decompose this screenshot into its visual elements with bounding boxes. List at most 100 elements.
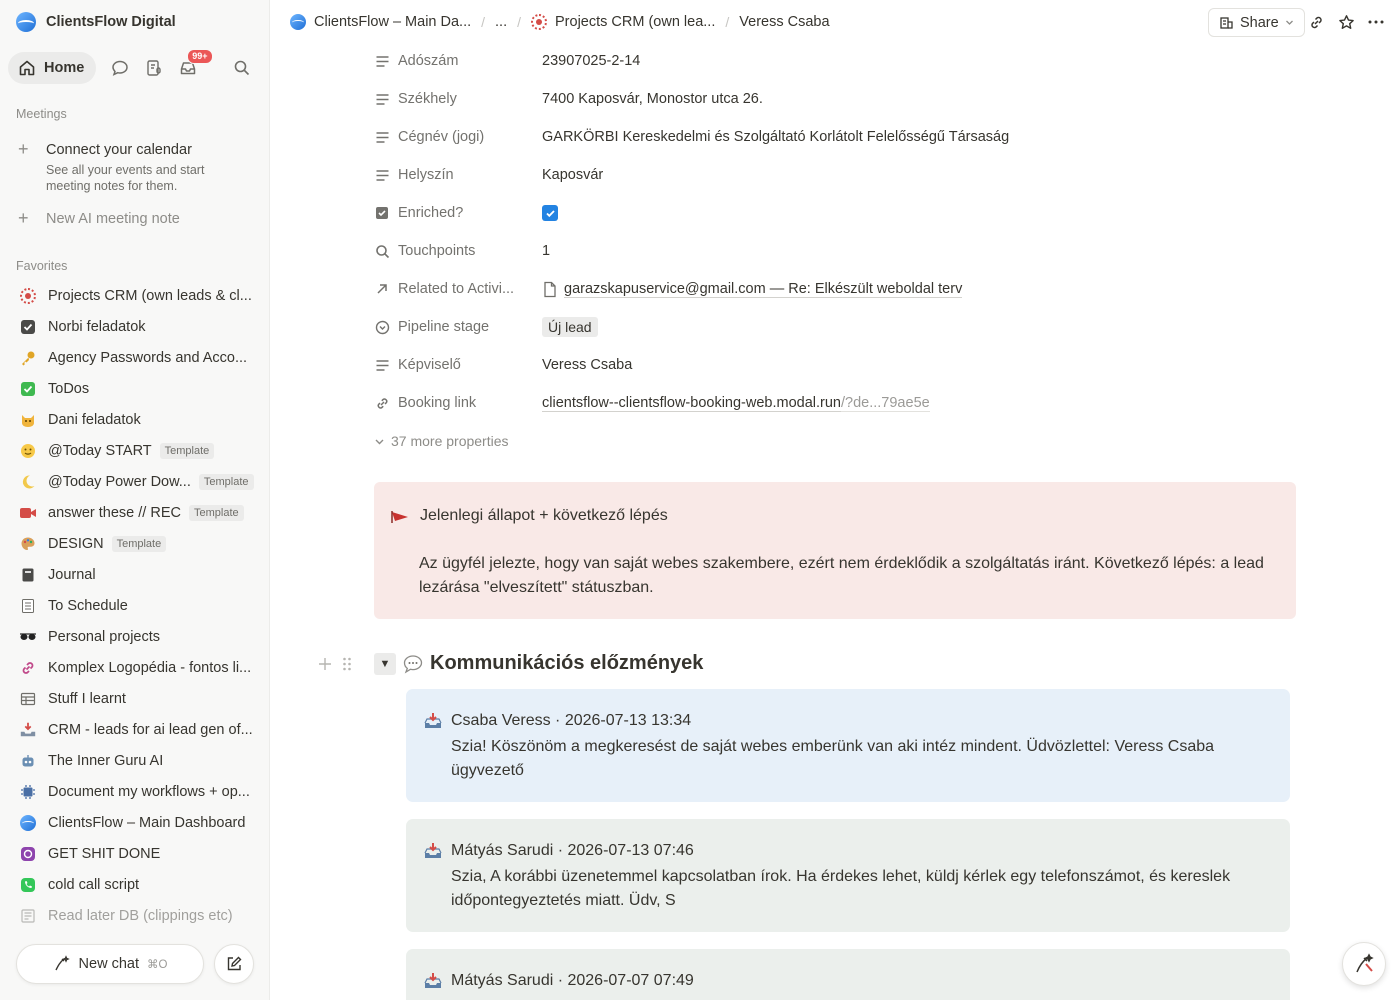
- message-card[interactable]: Mátyás Sarudi · 2026-07-13 07:46 Szia, A…: [406, 819, 1290, 932]
- sidebar-favorite-item[interactable]: Agency Passwords and Acco...: [0, 342, 269, 373]
- home-button[interactable]: Home: [8, 52, 97, 84]
- new-chat-button[interactable]: New chat ⌘O: [16, 944, 204, 984]
- sidebar-favorite-item[interactable]: cold call script: [0, 869, 269, 900]
- sidebar-favorite-item[interactable]: @Today START Template: [0, 435, 269, 466]
- breadcrumb-dashboard[interactable]: ClientsFlow – Main Da...: [290, 14, 471, 30]
- property-row[interactable]: Enriched?: [374, 194, 1314, 232]
- more-horizontal-icon: [1368, 20, 1384, 24]
- sidebar-favorite-item[interactable]: Personal projects: [0, 621, 269, 652]
- more-options-button[interactable]: [1366, 12, 1386, 32]
- compose-icon: [227, 956, 242, 971]
- property-value[interactable]: Kaposvár: [542, 167, 603, 183]
- sidebar-favorite-item[interactable]: Norbi feladatok: [0, 311, 269, 342]
- add-block-button[interactable]: [318, 657, 332, 676]
- sidebar-favorite-item[interactable]: The Inner Guru AI: [0, 745, 269, 776]
- enriched-checkbox[interactable]: [542, 205, 558, 221]
- breadcrumb-current-page[interactable]: Veress Csaba: [739, 14, 829, 30]
- property-value[interactable]: GARKÖRBI Kereskedelmi és Szolgáltató Kor…: [542, 129, 1009, 145]
- message-card[interactable]: Mátyás Sarudi · 2026-07-07 07:49: [406, 949, 1290, 1000]
- booking-link-path: /?de...79ae5e: [841, 394, 930, 412]
- relation-link[interactable]: garazskapuservice@gmail.com — Re: Elkész…: [542, 281, 963, 298]
- sidebar-top-nav: Home 99+: [8, 49, 262, 84]
- property-value[interactable]: 23907025-2-14: [542, 53, 640, 69]
- new-ai-meeting-note[interactable]: + New AI meeting note: [18, 209, 180, 228]
- sidebar-favorite-item[interactable]: Journal: [0, 559, 269, 590]
- sunglasses-icon: [18, 627, 38, 647]
- text-lines-icon: [374, 167, 390, 183]
- pipeline-stage-tag[interactable]: Új lead: [542, 317, 598, 337]
- favorites-list: Projects CRM (own leads & cl... Norbi fel…: [0, 280, 269, 931]
- property-name: Touchpoints: [398, 243, 476, 259]
- template-tag: Template: [159, 442, 215, 459]
- sidebar-favorite-item[interactable]: Stuff I learnt: [0, 683, 269, 714]
- sidebar-favorite-item[interactable]: ToDos: [0, 373, 269, 404]
- sidebar-favorite-item[interactable]: GET SHIT DONE: [0, 838, 269, 869]
- sidebar-favorite-item[interactable]: CRM - leads for ai lead gen of...: [0, 714, 269, 745]
- property-row[interactable]: Pipeline stage Új lead: [374, 308, 1314, 346]
- property-row[interactable]: Related to Activi... garazskapuservice@g…: [374, 270, 1314, 308]
- ai-assistant-button[interactable]: [1342, 942, 1386, 986]
- share-button[interactable]: Share: [1208, 8, 1305, 37]
- new-chat-label: New chat: [78, 956, 139, 972]
- message-header: Mátyás Sarudi · 2026-07-13 07:46: [451, 842, 694, 859]
- property-row[interactable]: Képviselő Veress Csaba: [374, 346, 1314, 384]
- meetings-nav-button[interactable]: [144, 58, 164, 78]
- search-button[interactable]: [232, 58, 252, 78]
- sidebar-favorite-label: DESIGN: [48, 535, 104, 552]
- property-row[interactable]: Helyszín Kaposvár: [374, 156, 1314, 194]
- sidebar-favorite-item[interactable]: Document my workflows + op...: [0, 776, 269, 807]
- property-name: Enriched?: [398, 205, 464, 221]
- property-row[interactable]: Adószám 23907025-2-14: [374, 42, 1314, 80]
- sidebar-favorite-item[interactable]: Komplex Logopédia - fontos li...: [0, 652, 269, 683]
- inbox-nav-button[interactable]: 99+: [178, 49, 213, 78]
- drag-handle[interactable]: [342, 656, 352, 677]
- sidebar-favorite-item[interactable]: To Schedule: [0, 590, 269, 621]
- sidebar-favorite-item[interactable]: Dani feladatok: [0, 404, 269, 435]
- property-row[interactable]: Touchpoints 1: [374, 232, 1314, 270]
- history-toggle-heading[interactable]: ▼ Kommunikációs előzmények: [374, 652, 703, 675]
- property-value[interactable]: 7400 Kaposvár, Monostor utca 26.: [542, 91, 763, 107]
- property-row[interactable]: Booking link clientsflow--clientsflow-bo…: [374, 384, 1314, 422]
- property-name: Cégnév (jogi): [398, 129, 485, 145]
- sidebar-favorite-item[interactable]: answer these // REC Template: [0, 497, 269, 528]
- block-handles: [318, 656, 352, 677]
- sidebar-favorite-label: Document my workflows + op...: [48, 783, 250, 800]
- chat-nav-button[interactable]: [110, 58, 130, 78]
- workspace-switcher[interactable]: ClientsFlow Digital: [16, 11, 176, 33]
- property-name: Képviselő: [398, 357, 461, 373]
- arrow-up-right-icon: [374, 281, 390, 297]
- chat-bubble-icon: [112, 60, 129, 76]
- table-icon: [18, 689, 38, 709]
- sidebar-favorite-label: @Today Power Dow...: [48, 473, 191, 490]
- breadcrumb-collapsed[interactable]: ...: [495, 14, 507, 30]
- status-icon: [374, 319, 390, 335]
- property-value[interactable]: Veress Csaba: [542, 357, 632, 373]
- compose-button[interactable]: [214, 944, 254, 984]
- message-card[interactable]: Csaba Veress · 2026-07-13 13:34 Szia! Kö…: [406, 689, 1290, 802]
- toggle-triangle-icon[interactable]: ▼: [374, 652, 396, 675]
- new-chat-shortcut: ⌘O: [147, 959, 168, 971]
- moon-icon: [18, 472, 38, 492]
- palette-icon: [18, 534, 38, 554]
- favorite-button[interactable]: [1336, 12, 1356, 32]
- clientsflow-logo-icon: [16, 12, 36, 32]
- star-icon: [1338, 14, 1354, 29]
- copy-link-button[interactable]: [1306, 12, 1326, 32]
- property-value[interactable]: 1: [542, 243, 550, 259]
- property-row[interactable]: Székhely 7400 Kaposvár, Monostor utca 26…: [374, 80, 1314, 118]
- booking-link[interactable]: clientsflow--clientsflow-booking-web.mod…: [542, 395, 930, 412]
- status-callout[interactable]: Jelenlegi állapot + következő lépés Az ü…: [374, 482, 1296, 619]
- robot-icon: [18, 751, 38, 771]
- connect-calendar-item[interactable]: + Connect your calendar See all your eve…: [18, 140, 216, 194]
- more-properties-toggle[interactable]: 37 more properties: [374, 422, 1314, 460]
- sidebar-favorite-item[interactable]: Projects CRM (own leads & cl...: [0, 280, 269, 311]
- sidebar-favorite-label: Personal projects: [48, 628, 161, 645]
- breadcrumb-projects-crm[interactable]: Projects CRM (own lea...: [531, 14, 715, 30]
- check-green-icon: [18, 379, 38, 399]
- sidebar-favorite-item[interactable]: DESIGN Template: [0, 528, 269, 559]
- sidebar-favorite-item[interactable]: @Today Power Dow... Template: [0, 466, 269, 497]
- sidebar-favorite-item[interactable]: Read later DB (clippings etc): [0, 900, 269, 931]
- speech-bubble-icon: [403, 654, 423, 674]
- sidebar-favorite-item[interactable]: ClientsFlow – Main Dashboard: [0, 807, 269, 838]
- property-row[interactable]: Cégnév (jogi) GARKÖRBI Kereskedelmi és S…: [374, 118, 1314, 156]
